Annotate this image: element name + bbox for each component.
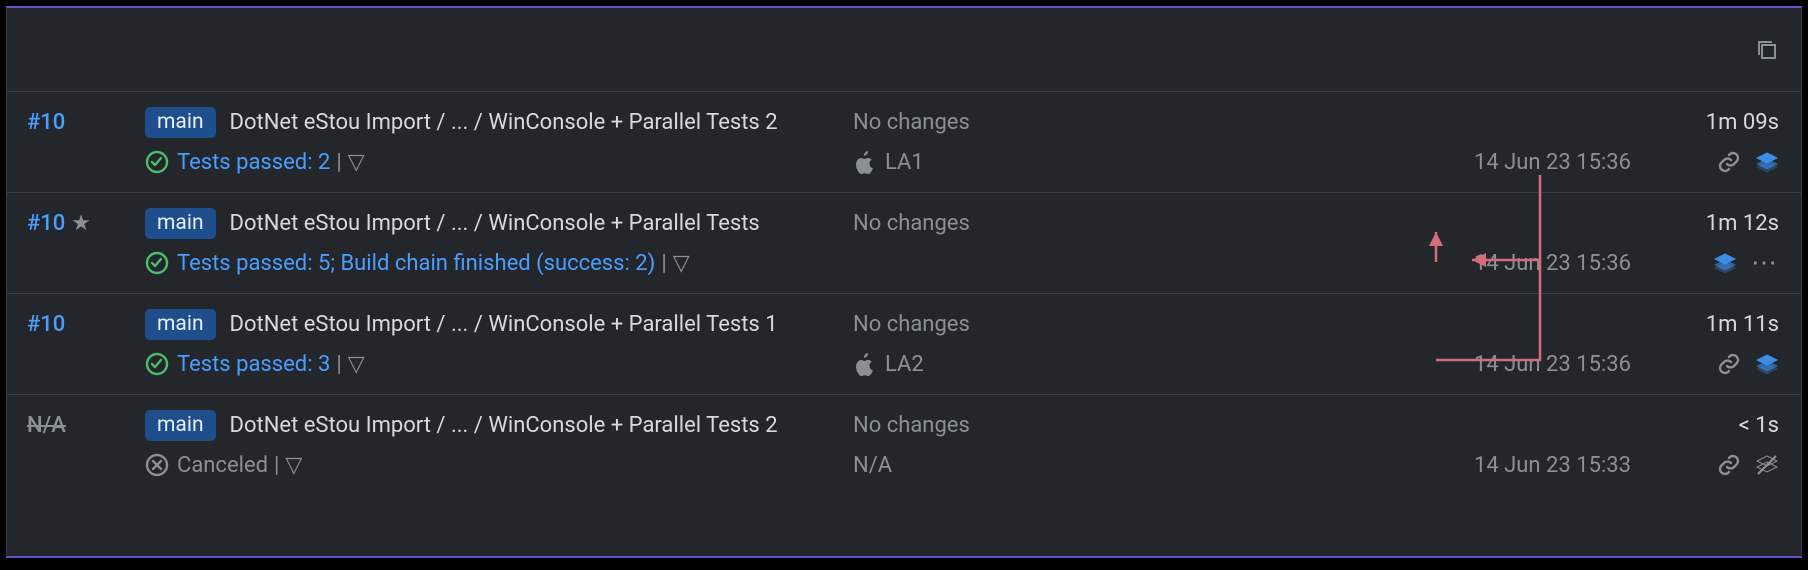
build-id[interactable]: N/A: [27, 413, 66, 438]
panel-toolbar: [7, 8, 1801, 92]
link-icon[interactable]: [1717, 150, 1741, 174]
stack-disabled-icon[interactable]: [1755, 453, 1779, 477]
agent-name[interactable]: LA2: [885, 352, 924, 377]
changes-label[interactable]: No changes: [853, 110, 970, 135]
agent-name: N/A: [853, 453, 892, 478]
changes-label[interactable]: No changes: [853, 312, 970, 337]
build-id[interactable]: #10: [27, 110, 65, 135]
success-icon: [145, 251, 169, 275]
build-datetime: 14 Jun 23 15:36: [1391, 352, 1631, 377]
separator: |: [336, 352, 341, 377]
status-dropdown-icon[interactable]: ▽: [348, 352, 365, 377]
open-in-new-icon[interactable]: [1755, 38, 1779, 62]
agent-name[interactable]: LA1: [885, 150, 924, 175]
separator: |: [661, 251, 666, 276]
build-datetime: 14 Jun 23 15:33: [1391, 453, 1631, 478]
build-datetime: 14 Jun 23 15:36: [1391, 150, 1631, 175]
build-path[interactable]: DotNet eStou Import / ... / WinConsole +…: [230, 413, 778, 438]
more-icon[interactable]: ⋯: [1751, 251, 1779, 275]
status-text[interactable]: Canceled: [177, 453, 268, 478]
build-row[interactable]: #10 main DotNet eStou Import / ... / Win…: [7, 294, 1801, 395]
build-duration: 1m 11s: [1639, 312, 1779, 337]
stack-icon[interactable]: [1713, 251, 1737, 275]
separator: |: [336, 150, 341, 175]
success-icon: [145, 150, 169, 174]
changes-label[interactable]: No changes: [853, 211, 970, 236]
canceled-icon: [145, 453, 169, 477]
build-duration: 1m 09s: [1639, 110, 1779, 135]
build-list: #10 main DotNet eStou Import / ... / Win…: [7, 92, 1801, 495]
build-id[interactable]: #10: [27, 312, 65, 337]
status-dropdown-icon[interactable]: ▽: [348, 150, 365, 175]
branch-tag[interactable]: main: [145, 107, 216, 138]
build-id[interactable]: #10: [27, 211, 65, 236]
build-row[interactable]: #10 main DotNet eStou Import / ... / Win…: [7, 92, 1801, 193]
build-row[interactable]: N/A main DotNet eStou Import / ... / Win…: [7, 395, 1801, 495]
star-icon[interactable]: ★: [71, 211, 91, 236]
build-path[interactable]: DotNet eStou Import / ... / WinConsole +…: [230, 211, 760, 236]
status-text[interactable]: Tests passed: 2: [177, 150, 330, 175]
changes-label[interactable]: No changes: [853, 413, 970, 438]
build-duration: < 1s: [1639, 413, 1779, 438]
stack-icon[interactable]: [1755, 352, 1779, 376]
build-path[interactable]: DotNet eStou Import / ... / WinConsole +…: [230, 312, 778, 337]
branch-tag[interactable]: main: [145, 410, 216, 441]
link-icon[interactable]: [1717, 453, 1741, 477]
status-dropdown-icon[interactable]: ▽: [285, 453, 302, 478]
status-dropdown-icon[interactable]: ▽: [673, 251, 690, 276]
apple-icon: [853, 150, 877, 174]
stack-icon[interactable]: [1755, 150, 1779, 174]
branch-tag[interactable]: main: [145, 208, 216, 239]
apple-icon: [853, 352, 877, 376]
success-icon: [145, 352, 169, 376]
build-datetime: 14 Jun 23 15:36: [1391, 251, 1631, 276]
build-duration: 1m 12s: [1639, 211, 1779, 236]
status-text[interactable]: Tests passed: 3: [177, 352, 330, 377]
link-icon[interactable]: [1717, 352, 1741, 376]
build-row[interactable]: #10 ★ main DotNet eStou Import / ... / W…: [7, 193, 1801, 294]
branch-tag[interactable]: main: [145, 309, 216, 340]
separator: |: [274, 453, 279, 478]
build-path[interactable]: DotNet eStou Import / ... / WinConsole +…: [230, 110, 778, 135]
status-text[interactable]: Tests passed: 5; Build chain finished (s…: [177, 251, 655, 276]
